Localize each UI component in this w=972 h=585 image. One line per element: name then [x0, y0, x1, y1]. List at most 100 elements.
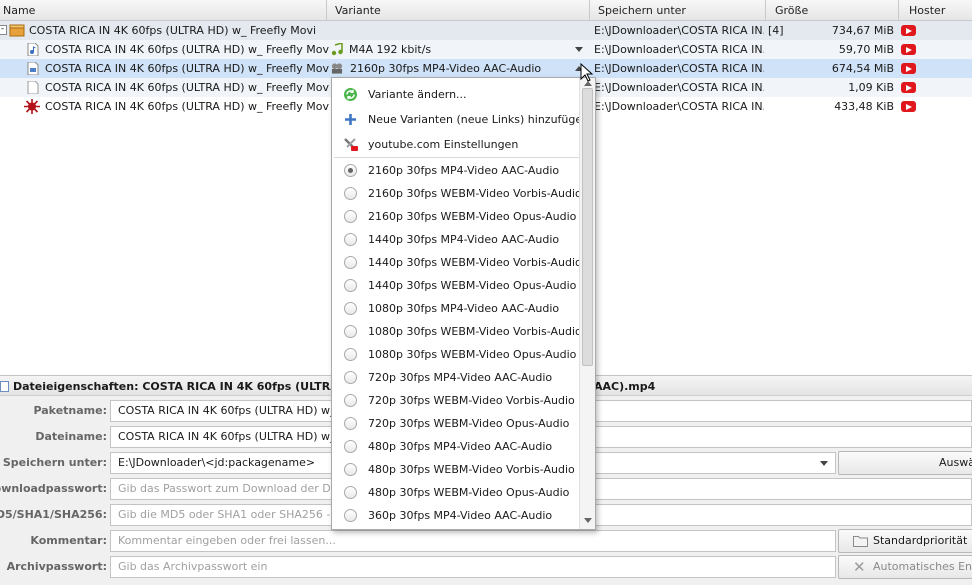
browse-button[interactable]: Auswä — [838, 451, 972, 475]
column-header-variant[interactable]: Variante — [327, 0, 590, 21]
menu-item-label: youtube.com Einstellungen — [368, 138, 519, 151]
variant-option[interactable]: 480p 30fps WEBM-Video Opus-Audio — [332, 481, 579, 504]
variant-option[interactable]: 2160p 30fps WEBM-Video Vorbis-Audio — [332, 182, 582, 205]
priority-button-label: Standardpriorität — [873, 534, 968, 547]
mouse-cursor-icon — [580, 63, 594, 82]
radio-icon — [344, 210, 357, 223]
radio-icon — [344, 348, 357, 361]
table-row[interactable]: COSTA RICA IN 4K 60fps (ULTRA HD) w_ Fre… — [0, 40, 972, 59]
variant-option[interactable]: 720p 30fps MP4-Video AAC-Audio — [332, 366, 579, 389]
menu-item-label: Neue Varianten (neue Links) hinzufügen..… — [368, 113, 596, 126]
checksum-label: MD5/SHA1/SHA256: — [0, 508, 107, 521]
row-variant[interactable]: M4A 192 kbit/s — [349, 40, 569, 59]
column-header-name[interactable]: Name — [0, 0, 327, 21]
audio-file-icon — [27, 43, 39, 56]
variant-option-label: 2160p 30fps MP4-Video AAC-Audio — [368, 164, 560, 177]
row-name: COSTA RICA IN 4K 60fps (ULTRA HD) w_ Fre… — [45, 62, 329, 75]
variant-option-label: 2160p 30fps WEBM-Video Opus-Audio — [368, 210, 577, 223]
auto-extract-button-label: Automatisches Entpa — [873, 560, 972, 573]
text-file-icon — [27, 81, 39, 94]
radio-icon — [344, 325, 357, 338]
save-to-dropdown-arrow-icon[interactable] — [820, 461, 828, 466]
refresh-icon — [344, 88, 357, 101]
row-size: 59,70 MiB — [838, 43, 894, 56]
variant-option[interactable]: 1440p 30fps WEBM-Video Opus-Audio — [332, 274, 579, 297]
youtube-icon — [901, 101, 916, 112]
variant-option-label: 720p 30fps WEBM-Video Opus-Audio — [368, 417, 570, 430]
column-header-save-to[interactable]: Speichern unter — [590, 0, 766, 21]
row-variant[interactable]: 2160p 30fps MP4-Video AAC-Audio — [350, 59, 570, 78]
menu-scrollbar[interactable] — [579, 78, 595, 529]
row-size: 674,54 MiB — [831, 62, 894, 75]
file-properties-icon — [0, 381, 9, 392]
archive-password-field[interactable]: Gib das Archivpasswort ein — [110, 556, 836, 578]
row-name: COSTA RICA IN 4K 60fps (ULTRA HD) w_ Fre… — [45, 43, 329, 56]
variant-option[interactable]: 480p 30fps WEBM-Video Vorbis-Audio — [332, 458, 579, 481]
collapse-toggle[interactable]: - — [0, 25, 7, 35]
comment-field[interactable]: Kommentar eingeben oder frei lassen... — [110, 530, 836, 552]
variant-option-label: 1080p 30fps WEBM-Video Opus-Audio — [368, 348, 577, 361]
variant-option[interactable]: 2160p 30fps WEBM-Video Opus-Audio — [332, 205, 579, 228]
radio-icon — [344, 486, 357, 499]
variant-option-label: 720p 30fps MP4-Video AAC-Audio — [368, 371, 553, 384]
row-name: COSTA RICA IN 4K 60fps (ULTRA HD) w_ Fre… — [45, 81, 329, 94]
variant-option[interactable]: 2160p 30fps MP4-Video AAC-Audio — [332, 159, 579, 182]
variant-option[interactable]: 1080p 30fps WEBM-Video Vorbis-Audio — [332, 320, 582, 343]
filename-label: Dateiname: — [35, 430, 107, 443]
radio-icon — [344, 256, 357, 269]
variant-option[interactable]: 1440p 30fps WEBM-Video Vorbis-Audio — [332, 251, 582, 274]
properties-title-suffix: AAC).mp4 — [594, 380, 656, 393]
youtube-icon — [901, 44, 916, 55]
menu-item-change-variant[interactable]: Variante ändern... — [332, 83, 579, 106]
row-save-to: E:\JDownloader\COSTA RICA IN... — [594, 100, 764, 113]
variant-context-menu: Variante ändern... Neue Varianten (neue … — [331, 77, 596, 530]
column-header-hoster[interactable]: Hoster — [899, 0, 972, 21]
folder-icon — [853, 536, 868, 547]
variant-option[interactable]: 1080p 30fps WEBM-Video Opus-Audio — [332, 343, 579, 366]
package-name: COSTA RICA IN 4K 60fps (ULTRA HD) w_ Fre… — [29, 24, 317, 37]
variant-option[interactable]: 480p 30fps MP4-Video AAC-Audio — [332, 435, 579, 458]
menu-item-youtube-settings[interactable]: youtube.com Einstellungen — [332, 133, 579, 156]
priority-button[interactable]: Standardpriorität — [838, 529, 972, 553]
menu-scrollbar-thumb[interactable] — [582, 88, 593, 366]
radio-selected-icon — [344, 164, 357, 177]
variant-option-label: 480p 30fps WEBM-Video Vorbis-Audio — [368, 463, 575, 476]
table-row-selected[interactable]: COSTA RICA IN 4K 60fps (ULTRA HD) w_ Fre… — [0, 59, 972, 78]
save-to-label: Speichern unter: — [2, 456, 107, 469]
comment-label: Kommentar: — [30, 534, 107, 547]
menu-item-add-variants[interactable]: Neue Varianten (neue Links) hinzufügen..… — [332, 108, 595, 131]
row-size: 1,09 KiB — [848, 81, 894, 94]
package-size: 734,67 MiB — [831, 24, 894, 37]
radio-icon — [344, 371, 357, 384]
variant-option-label: 720p 30fps WEBM-Video Vorbis-Audio — [368, 394, 575, 407]
menu-item-label: Variante ändern... — [368, 88, 467, 101]
row-name: COSTA RICA IN 4K 60fps (ULTRA HD) w_ Fre… — [45, 100, 329, 113]
variant-option-label: 480p 30fps WEBM-Video Opus-Audio — [368, 486, 570, 499]
youtube-icon — [901, 25, 916, 36]
variant-option[interactable]: 1080p 30fps MP4-Video AAC-Audio — [332, 297, 579, 320]
radio-icon — [344, 509, 357, 522]
auto-extract-button[interactable]: ✕ Automatisches Entpa — [838, 555, 972, 579]
tools-icon — [344, 138, 358, 151]
film-projector-icon — [331, 63, 343, 74]
table-header: Name Variante Speichern unter Größe Host… — [0, 0, 972, 21]
variant-option[interactable]: 1440p 30fps MP4-Video AAC-Audio — [332, 228, 579, 251]
variant-option[interactable]: 720p 30fps WEBM-Video Opus-Audio — [332, 412, 579, 435]
column-header-size[interactable]: Größe — [766, 0, 899, 21]
variant-option[interactable]: 720p 30fps WEBM-Video Vorbis-Audio — [332, 389, 579, 412]
package-name-label: Paketname: — [33, 404, 107, 417]
row-save-to: E:\JDownloader\COSTA RICA IN... — [594, 62, 764, 75]
music-note-icon — [331, 43, 343, 56]
package-row[interactable]: - COSTA RICA IN 4K 60fps (ULTRA HD) w_ F… — [0, 21, 972, 40]
row-save-to: E:\JDownloader\COSTA RICA IN... — [594, 43, 764, 56]
package-save-to: E:\JDownloader\COSTA RICA IN... — [594, 24, 764, 37]
variant-option-label: 480p 30fps MP4-Video AAC-Audio — [368, 440, 553, 453]
variant-dropdown-arrow-icon[interactable] — [575, 47, 583, 52]
properties-title: Dateieigenschaften: COSTA RICA IN 4K 60f… — [13, 380, 366, 393]
scroll-down-arrow-icon[interactable] — [584, 518, 592, 523]
row-size: 433,48 KiB — [834, 100, 894, 113]
youtube-icon — [901, 82, 916, 93]
variant-option[interactable]: 360p 30fps MP4-Video AAC-Audio — [332, 504, 579, 527]
radio-icon — [344, 394, 357, 407]
variant-option-label: 2160p 30fps WEBM-Video Vorbis-Audio — [368, 187, 582, 200]
